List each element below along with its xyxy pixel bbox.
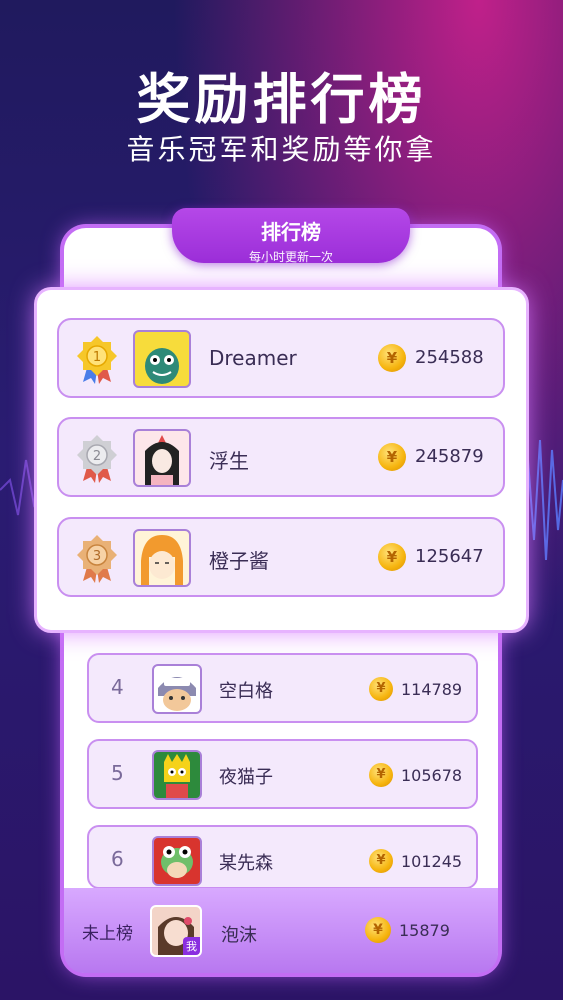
coin-icon: ¥ (378, 443, 406, 471)
avatar-fusheng (133, 429, 191, 487)
score: 254588 (415, 347, 484, 368)
avatar-image (141, 535, 183, 585)
coin-icon: ¥ (369, 763, 393, 787)
coin-icon: ¥ (369, 677, 393, 701)
hero-title: 奖励排行榜 (136, 68, 427, 131)
score: 245879 (415, 446, 484, 467)
rank-number: 6 (111, 847, 124, 871)
leaderboard-row-2[interactable]: 2 浮生 ¥ 245879 (57, 417, 505, 497)
my-ranking-bar[interactable]: 未上榜 我 泡沫 ¥ 15879 (64, 888, 498, 973)
avatar-image (145, 435, 179, 485)
leaderboard-row-4[interactable]: 4 空白格 ¥ 114789 (87, 653, 478, 723)
score: 125647 (415, 546, 484, 567)
medal-rank-2: 2 (93, 449, 101, 464)
score: 15879 (399, 921, 450, 940)
leaderboard-row-5[interactable]: 5 夜猫子 ¥ 105678 (87, 739, 478, 809)
medal-rank-1: 1 (93, 350, 101, 365)
avatar-image (158, 677, 196, 711)
bronze-medal-icon: 3 (77, 535, 117, 583)
username: 空白格 (219, 681, 273, 702)
rank-number: 5 (111, 761, 124, 785)
avatar-dreamer (133, 330, 191, 388)
score: 114789 (401, 680, 463, 699)
leaderboard-title: 排行榜 (261, 220, 321, 244)
hero-subtitle: 音乐冠军和奖励等你拿 (126, 133, 437, 166)
username: 某先森 (219, 853, 273, 874)
top-three-card: 1 Dreamer ¥ 254588 2 浮生 ¥ 245879 3 橙子酱 ¥… (37, 290, 526, 630)
score: 101245 (401, 852, 463, 871)
silver-medal-icon: 2 (77, 435, 117, 483)
username: 泡沫 (221, 925, 257, 946)
score: 105678 (401, 766, 463, 785)
username: 橙子酱 (209, 549, 269, 573)
leaderboard-tab: 排行榜 每小时更新一次 (172, 208, 410, 264)
coin-icon: ¥ (365, 917, 391, 943)
avatar-image (164, 754, 190, 798)
avatar-image (161, 846, 193, 878)
avatar-mouxiansen (152, 836, 202, 886)
avatar-me: 我 (150, 905, 202, 957)
update-frequency-note: 每小时更新一次 (248, 250, 333, 264)
me-tag: 我 (183, 937, 200, 955)
leaderboard-row-3[interactable]: 3 橙子酱 ¥ 125647 (57, 517, 505, 597)
gold-medal-icon: 1 (77, 336, 117, 384)
coin-icon: ¥ (378, 543, 406, 571)
username: 夜猫子 (219, 767, 273, 788)
avatar-kongbaige (152, 664, 202, 714)
rank-number: 4 (111, 675, 124, 699)
my-rank-status: 未上榜 (82, 924, 133, 944)
coin-icon: ¥ (378, 344, 406, 372)
avatar-chengzijiang (133, 529, 191, 587)
leaderboard-row-6[interactable]: 6 某先森 ¥ 101245 (87, 825, 478, 889)
avatar-image (145, 348, 179, 384)
coin-icon: ¥ (369, 849, 393, 873)
avatar-yemaozi (152, 750, 202, 800)
medal-rank-3: 3 (93, 549, 101, 564)
username: Dreamer (209, 346, 297, 370)
username: 浮生 (209, 449, 249, 473)
leaderboard-row-1[interactable]: 1 Dreamer ¥ 254588 (57, 318, 505, 398)
